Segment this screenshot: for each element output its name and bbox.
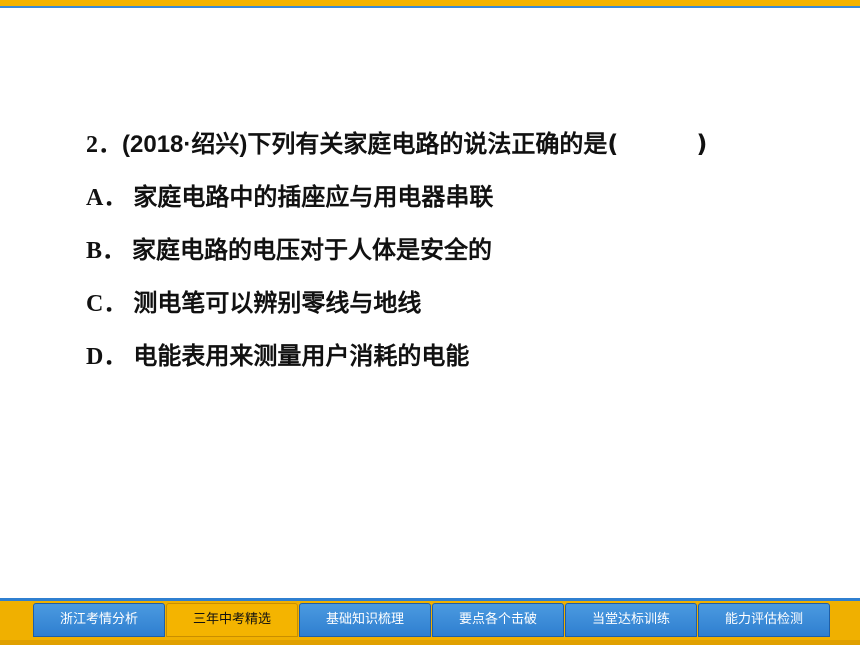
option-letter: A． (86, 185, 128, 211)
bottom-nav-bar: 浙江考情分析 三年中考精选 基础知识梳理 要点各个击破 当堂达标训练 能力评估检… (0, 598, 860, 645)
option-text: 电能表用来测量用户消耗的电能 (133, 342, 470, 370)
top-accent-bar (0, 0, 860, 8)
option-text: 家庭电路中的插座应与用电器串联 (133, 183, 494, 211)
option-letter: D． (86, 344, 128, 370)
option-d: D． 电能表用来测量用户消耗的电能 (86, 336, 826, 376)
question-text: 下列有关家庭电路的说法正确的是( (247, 130, 619, 158)
question-stem: 2．(2018·绍兴)下列有关家庭电路的说法正确的是() (86, 124, 826, 164)
option-a: A． 家庭电路中的插座应与用电器串联 (86, 177, 826, 217)
tab-basic-knowledge[interactable]: 基础知识梳理 (299, 603, 431, 637)
tab-class-practice[interactable]: 当堂达标训练 (565, 603, 697, 637)
question-source: (2018·绍兴) (122, 131, 248, 158)
nav-tabs: 浙江考情分析 三年中考精选 基础知识梳理 要点各个击破 当堂达标训练 能力评估检… (33, 603, 831, 637)
option-c: C． 测电笔可以辨别零线与地线 (86, 283, 826, 323)
option-text: 家庭电路的电压对于人体是安全的 (132, 236, 493, 264)
option-text: 测电笔可以辨别零线与地线 (133, 289, 422, 317)
tab-three-year-exams[interactable]: 三年中考精选 (166, 603, 298, 637)
question-block: 2．(2018·绍兴)下列有关家庭电路的说法正确的是() A． 家庭电路中的插座应… (86, 124, 826, 389)
tab-ability-test[interactable]: 能力评估检测 (698, 603, 830, 637)
option-letter: B． (86, 238, 127, 264)
tab-key-points[interactable]: 要点各个击破 (432, 603, 564, 637)
question-number: 2． (86, 132, 122, 158)
option-b: B． 家庭电路的电压对于人体是安全的 (86, 230, 826, 270)
option-letter: C． (86, 291, 128, 317)
question-close-paren: ) (696, 130, 708, 158)
tab-zhejiang-analysis[interactable]: 浙江考情分析 (33, 603, 165, 637)
